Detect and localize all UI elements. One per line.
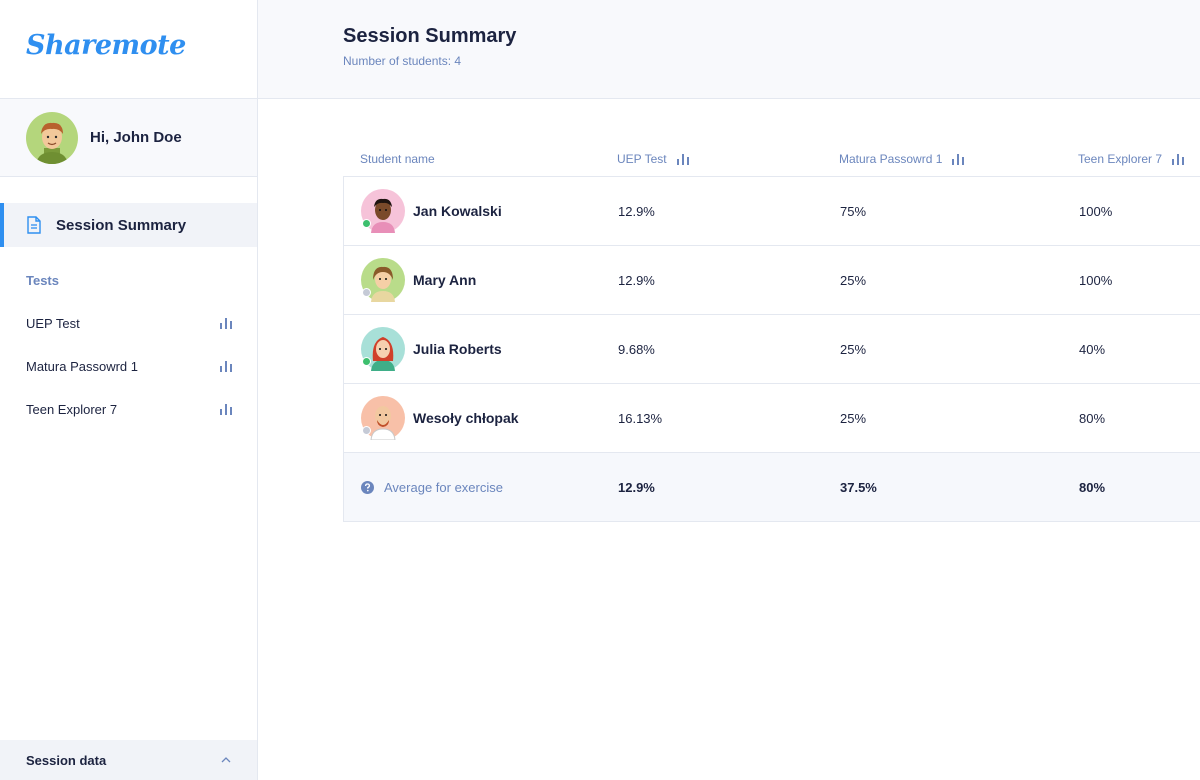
- teen-explorer-7-score: 100%: [1079, 203, 1113, 219]
- student-cell: Jan Kowalski: [361, 177, 502, 245]
- column-header-label: Teen Explorer 7: [1078, 152, 1163, 166]
- student-name: Jan Kowalski: [413, 203, 502, 219]
- column-header-label: UEP Test: [617, 152, 667, 166]
- student-count: Number of students: 4: [343, 54, 462, 68]
- bar-chart-icon[interactable]: [1172, 153, 1185, 165]
- bar-chart-icon[interactable]: [676, 153, 689, 165]
- teen-explorer-7-score: 100%: [1079, 272, 1113, 288]
- student-cell: Mary Ann: [361, 246, 476, 314]
- matura-passowrd-1-average: 37.5%: [840, 479, 877, 495]
- table-row[interactable]: Mary Ann 12.9% 25% 100%: [344, 246, 1200, 315]
- user-profile[interactable]: Hi, John Doe: [0, 99, 257, 177]
- bar-chart-icon[interactable]: [952, 153, 965, 165]
- sidebar-item-label: UEP Test: [26, 315, 80, 331]
- bar-chart-icon[interactable]: [220, 403, 232, 415]
- teen-explorer-7-average: 80%: [1079, 479, 1106, 495]
- sidebar-item-uep-test[interactable]: UEP Test: [26, 313, 232, 333]
- matura-passowrd-1-score: 25%: [840, 341, 867, 357]
- logo-area: Sharemote: [0, 0, 257, 99]
- avatar: [361, 189, 405, 233]
- session-data-label: Session data: [26, 752, 107, 768]
- app-logo[interactable]: Sharemote: [26, 30, 186, 61]
- sidebar-item-teen-explorer-7[interactable]: Teen Explorer 7: [26, 399, 232, 419]
- help-icon[interactable]: [361, 480, 374, 494]
- session-table: Student name UEP Test Matura Passowrd 1 …: [343, 140, 1200, 522]
- sidebar-item-matura-passowrd-1[interactable]: Matura Passowrd 1: [26, 356, 232, 376]
- matura-passowrd-1-score: 75%: [840, 203, 867, 219]
- table-body: Jan Kowalski 12.9% 75% 100% Mary Ann 12.…: [343, 176, 1200, 522]
- bar-chart-icon[interactable]: [220, 317, 232, 329]
- student-name: Wesoły chłopak: [413, 410, 519, 426]
- nav-item-label: Session Summary: [56, 216, 187, 234]
- bar-chart-icon[interactable]: [220, 360, 232, 372]
- teen-explorer-7-score: 40%: [1079, 341, 1106, 357]
- tests-heading: Tests: [26, 273, 59, 288]
- session-data-toggle[interactable]: Session data: [0, 740, 257, 780]
- uep-test-average: 12.9%: [618, 479, 655, 495]
- uep-test-score: 12.9%: [618, 203, 655, 219]
- chevron-up-icon: [221, 757, 231, 763]
- student-cell: Julia Roberts: [361, 315, 502, 383]
- student-name: Mary Ann: [413, 272, 477, 288]
- student-cell: Wesoły chłopak: [361, 384, 519, 452]
- avatar: [361, 327, 405, 371]
- column-header-label: Student name: [360, 152, 435, 166]
- status-online-indicator: [362, 219, 371, 228]
- status-online-indicator: [362, 357, 371, 366]
- column-header-uep-test[interactable]: UEP Test: [617, 152, 689, 166]
- matura-passowrd-1-score: 25%: [840, 272, 867, 288]
- teen-explorer-7-score: 80%: [1079, 410, 1106, 426]
- column-header-student-name: Student name: [360, 152, 435, 166]
- sidebar-item-label: Teen Explorer 7: [26, 401, 118, 417]
- column-header-matura-passowrd-1[interactable]: Matura Passowrd 1: [839, 152, 965, 166]
- column-header-teen-explorer-7[interactable]: Teen Explorer 7: [1078, 152, 1185, 166]
- uep-test-score: 12.9%: [618, 272, 655, 288]
- average-label-cell: Average for exercise: [361, 453, 503, 521]
- table-row[interactable]: Wesoły chłopak 16.13% 25% 80%: [344, 384, 1200, 453]
- sidebar-item-label: Matura Passowrd 1: [26, 358, 138, 374]
- page-title: Session Summary: [343, 25, 517, 47]
- column-header-label: Matura Passowrd 1: [839, 152, 943, 166]
- nav-item-session-summary[interactable]: Session Summary: [0, 203, 257, 247]
- page-header: Session Summary Number of students: 4: [258, 0, 1200, 99]
- table-row[interactable]: Jan Kowalski 12.9% 75% 100%: [344, 177, 1200, 246]
- avatar: [361, 258, 405, 302]
- status-offline-indicator: [362, 426, 371, 435]
- uep-test-score: 9.68%: [618, 341, 655, 357]
- avatar: [26, 111, 78, 164]
- user-greeting: Hi, John Doe: [90, 129, 182, 146]
- matura-passowrd-1-score: 25%: [840, 410, 867, 426]
- document-icon: [27, 216, 41, 234]
- table-header: Student name UEP Test Matura Passowrd 1 …: [343, 140, 1200, 176]
- average-row: Average for exercise 12.9% 37.5% 80%: [344, 453, 1200, 521]
- table-row[interactable]: Julia Roberts 9.68% 25% 40%: [344, 315, 1200, 384]
- uep-test-score: 16.13%: [618, 410, 663, 426]
- status-offline-indicator: [362, 288, 371, 297]
- student-name: Julia Roberts: [413, 341, 502, 357]
- average-label: Average for exercise: [384, 479, 503, 495]
- avatar: [361, 396, 405, 440]
- sidebar: Sharemote Hi, John Doe Session Summary T…: [0, 0, 258, 780]
